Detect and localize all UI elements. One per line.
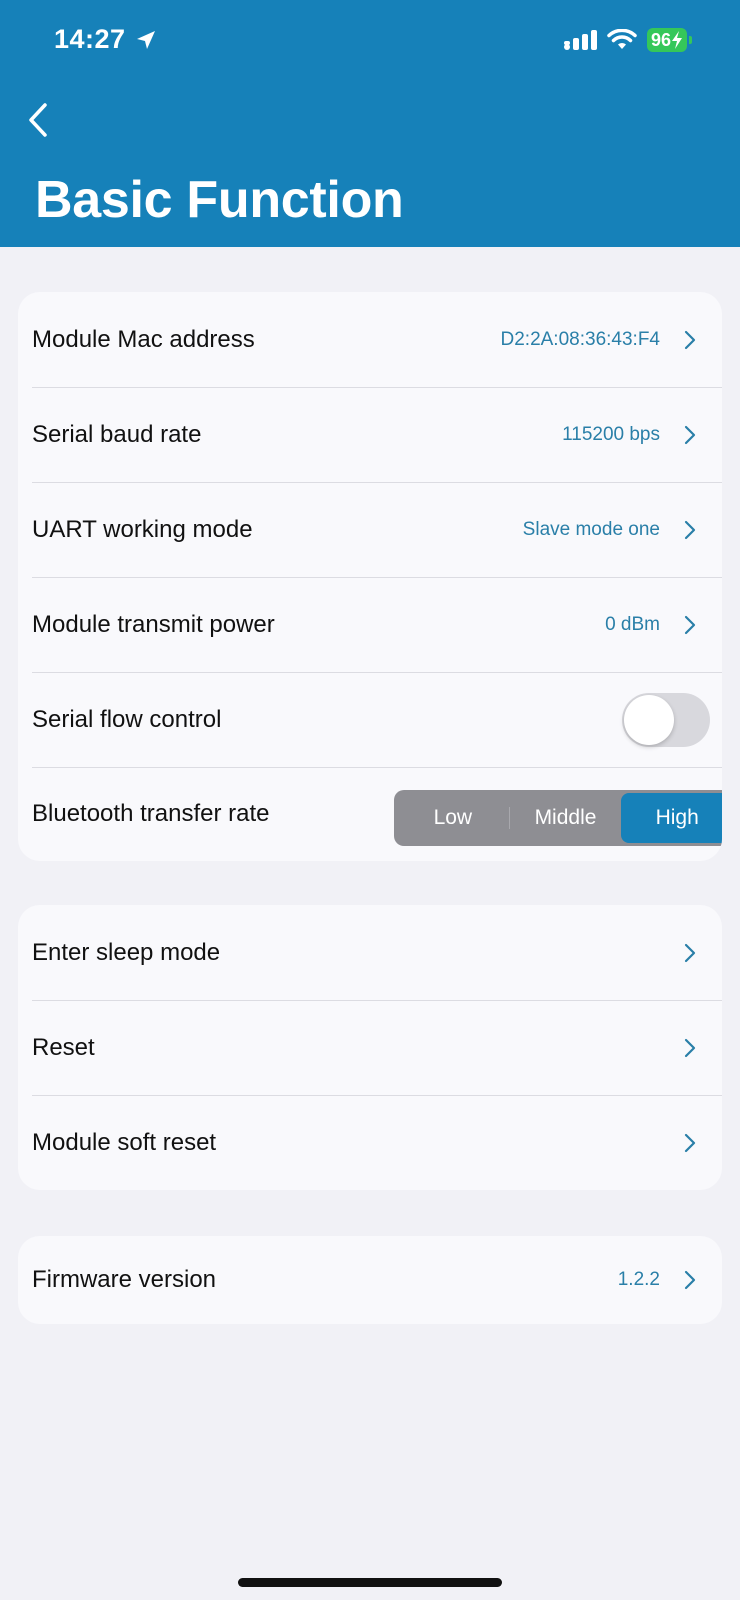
battery-tip [689,36,692,44]
chevron-right-icon [684,330,698,350]
location-arrow-icon [136,30,155,49]
wifi-icon [607,29,637,49]
flow-control-row: Serial flow control [18,672,722,767]
row-label: Reset [32,1033,95,1061]
chevron-right-icon [684,520,698,540]
segment-middle[interactable]: Middle [510,793,622,843]
transmit-power-row[interactable]: Module transmit power 0 dBm [18,577,722,672]
status-time: 14:27 [54,24,158,55]
chevron-right-icon [684,1133,698,1153]
chevron-right-icon [684,425,698,445]
row-label: Module transmit power [32,610,275,638]
signal-icon [563,30,597,50]
status-icons: 96 [563,28,692,52]
status-time-text: 14:27 [54,24,126,54]
row-label: Serial flow control [32,705,222,733]
row-label: Module soft reset [32,1128,217,1156]
back-button[interactable] [18,98,58,142]
chevron-right-icon [684,943,698,963]
row-label: Serial baud rate [32,420,202,448]
chevron-left-icon [29,103,47,137]
soft-reset-row[interactable]: Module soft reset [18,1095,722,1190]
transfer-rate-row: Bluetooth transfer rate Low Middle High [18,767,722,861]
row-label: Bluetooth transfer rate [32,800,270,827]
flow-control-toggle[interactable] [622,692,710,747]
battery-level: 96 [650,30,671,50]
battery-charging-icon: 96 [646,28,687,52]
segment-high[interactable]: High [621,793,722,843]
firmware-version-row[interactable]: Firmware version 1.2.2 [18,1236,722,1324]
row-value: 0 dBm [605,613,660,635]
baud-rate-row[interactable]: Serial baud rate 115200 bps [18,387,722,482]
chevron-right-icon [684,1038,698,1058]
row-label: Module Mac address [32,325,255,353]
mac-address-row[interactable]: Module Mac address D2:2A:08:36:43:F4 [18,292,722,387]
row-label: Firmware version [32,1266,217,1293]
home-indicator [238,1578,502,1587]
row-value: 115200 bps [562,423,660,445]
settings-group-module: Module Mac address D2:2A:08:36:43:F4 Ser… [18,292,722,861]
row-value: Slave mode one [522,518,660,540]
settings-group-actions: Enter sleep mode Reset Module soft reset [18,905,722,1190]
page-title: Basic Function [35,171,404,229]
bolt-icon [672,31,682,49]
row-label: Enter sleep mode [32,938,221,966]
toggle-knob [624,694,674,745]
sleep-mode-row[interactable]: Enter sleep mode [18,905,722,1000]
settings-group-firmware: Firmware version 1.2.2 [18,1236,722,1324]
nav-header: 14:27 96 Basic Function [0,0,740,247]
segment-low[interactable]: Low [397,793,509,843]
transfer-rate-segmented-control: Low Middle High [394,790,722,846]
chevron-right-icon [684,615,698,635]
row-value: D2:2A:08:36:43:F4 [500,328,661,350]
chevron-right-icon [684,1270,698,1290]
row-label: UART working mode [32,515,253,543]
uart-mode-row[interactable]: UART working mode Slave mode one [18,482,722,577]
reset-row[interactable]: Reset [18,1000,722,1095]
row-value: 1.2.2 [617,1269,660,1290]
